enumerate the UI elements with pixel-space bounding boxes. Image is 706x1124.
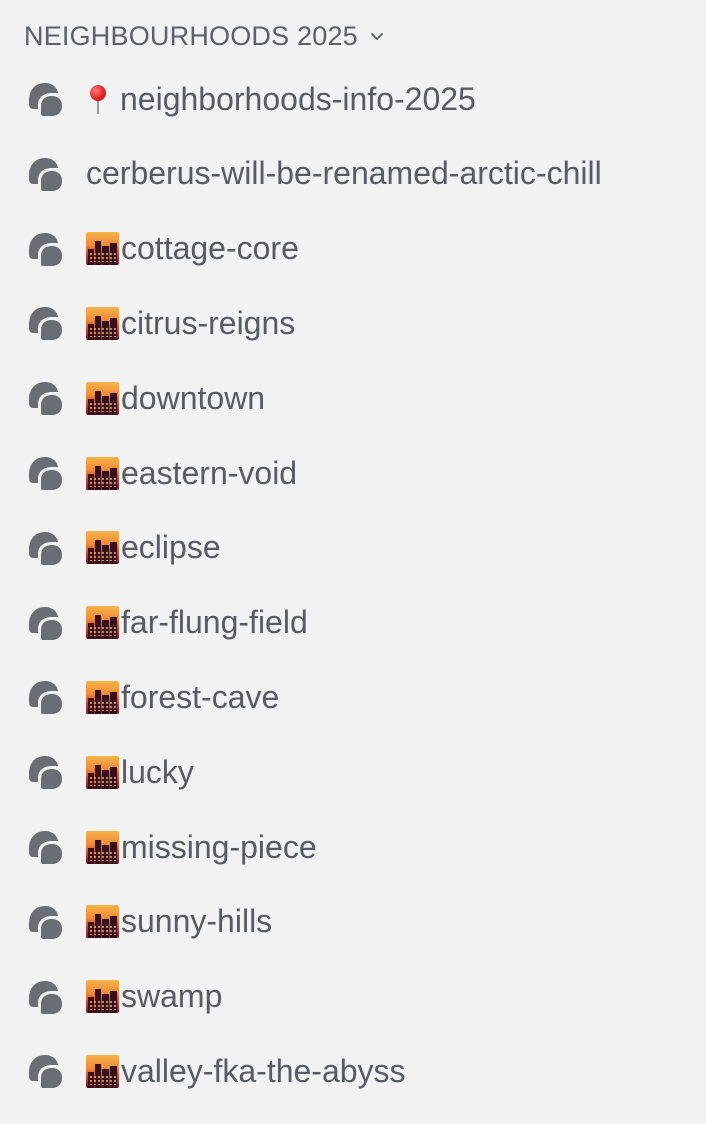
channel-name: eastern-void	[86, 455, 297, 492]
channel-label: missing-piece	[121, 828, 317, 865]
channel-name: forest-cave	[86, 679, 279, 716]
channel-name: cottage-core	[86, 230, 299, 267]
forum-icon	[24, 228, 66, 270]
city-sunset-icon	[86, 755, 119, 789]
channel-label: eclipse	[121, 529, 221, 566]
channel-label: forest-cave	[121, 678, 280, 715]
city-sunset-icon	[86, 606, 119, 640]
channel-name: citrus-reigns	[86, 305, 295, 342]
channel-label: neighborhoods-info-2025	[120, 80, 476, 117]
channel-item[interactable]: missing-piece	[0, 810, 706, 884]
channel-name: lucky	[86, 754, 194, 791]
forum-icon	[24, 377, 66, 419]
forum-icon	[24, 751, 66, 793]
city-sunset-icon	[86, 456, 119, 490]
forum-icon	[24, 602, 66, 644]
channel-label: downtown	[121, 379, 266, 416]
channel-item[interactable]: lucky	[0, 735, 706, 809]
forum-icon	[24, 153, 66, 195]
city-sunset-icon	[86, 680, 119, 714]
forum-icon	[24, 78, 66, 120]
forum-icon	[24, 676, 66, 718]
category-header[interactable]: NEIGHBOURHOODS 2025	[24, 16, 386, 56]
channel-label: swamp	[121, 978, 223, 1015]
channel-item[interactable]: eastern-void	[0, 436, 706, 510]
forum-icon	[24, 452, 66, 494]
channel-name: missing-piece	[86, 829, 317, 866]
channel-item[interactable]: sunny-hills	[0, 885, 706, 959]
channel-item[interactable]: downtown	[0, 361, 706, 435]
city-sunset-icon	[86, 1054, 119, 1088]
channel-item[interactable]: citrus-reigns	[0, 286, 706, 360]
channel-item[interactable]: eclipse	[0, 511, 706, 585]
channel-label: cerberus-will-be-renamed-arctic-chill	[86, 155, 602, 192]
forum-icon	[24, 527, 66, 569]
channel-item[interactable]: neighborhoods-info-2025	[0, 62, 706, 136]
city-sunset-icon	[86, 830, 119, 864]
channel-item[interactable]: cerberus-will-be-renamed-arctic-chill	[0, 137, 706, 211]
channel-item[interactable]: swamp	[0, 960, 706, 1034]
city-sunset-icon	[86, 980, 119, 1014]
channel-name: neighborhoods-info-2025	[86, 81, 476, 118]
channel-label: valley-fka-the-abyss	[121, 1052, 406, 1089]
channel-name: far-flung-field	[86, 604, 308, 641]
channel-name: swamp	[86, 978, 222, 1015]
forum-icon	[24, 826, 66, 868]
city-sunset-icon	[86, 232, 119, 266]
channel-label: cottage-core	[121, 230, 299, 267]
channel-label: sunny-hills	[121, 903, 273, 940]
channel-item[interactable]: far-flung-field	[0, 586, 706, 660]
category-label: NEIGHBOURHOODS 2025	[24, 20, 358, 51]
channel-label: far-flung-field	[121, 604, 308, 641]
city-sunset-icon	[86, 531, 119, 565]
city-sunset-icon	[86, 306, 119, 340]
city-sunset-icon	[86, 905, 119, 939]
round-pushpin-icon	[86, 83, 112, 116]
channel-item[interactable]: forest-cave	[0, 660, 706, 734]
chevron-down-icon	[368, 27, 386, 45]
city-sunset-icon	[86, 381, 119, 415]
forum-icon	[24, 1050, 66, 1092]
channel-name: cerberus-will-be-renamed-arctic-chill	[86, 155, 602, 192]
channel-label: lucky	[121, 753, 194, 790]
channel-name: valley-fka-the-abyss	[86, 1053, 406, 1090]
channel-name: eclipse	[86, 529, 221, 566]
channel-item[interactable]: valley-fka-the-abyss	[0, 1034, 706, 1108]
channel-sidebar: NEIGHBOURHOODS 2025 neighborhoods-info-2…	[0, 0, 706, 1124]
channel-label: citrus-reigns	[121, 304, 296, 341]
channel-name: sunny-hills	[86, 903, 272, 940]
forum-icon	[24, 901, 66, 943]
channel-label: eastern-void	[121, 454, 298, 491]
channel-item[interactable]: cottage-core	[0, 212, 706, 286]
channel-name: downtown	[86, 380, 265, 417]
forum-icon	[24, 976, 66, 1018]
forum-icon	[24, 302, 66, 344]
